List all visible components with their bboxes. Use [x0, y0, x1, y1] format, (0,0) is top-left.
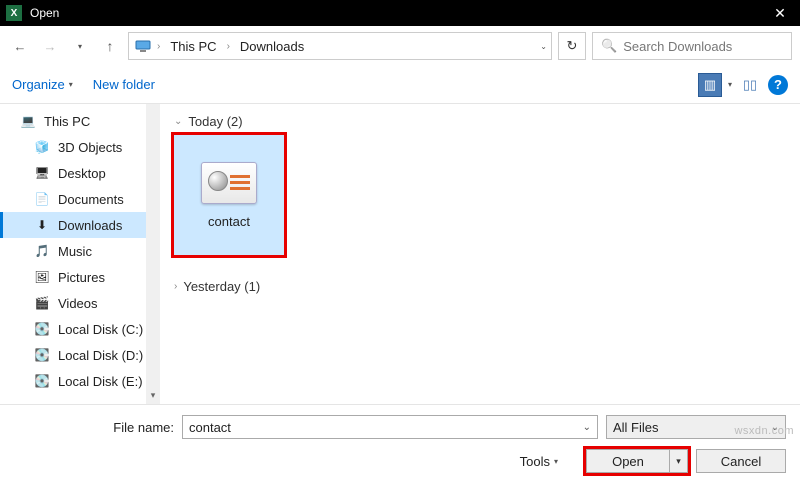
breadcrumb-sep-icon[interactable]: › [227, 41, 230, 52]
filename-label: File name: [14, 420, 174, 435]
forward-button[interactable]: → [38, 34, 62, 58]
desktop-icon: 🖥 [34, 165, 50, 181]
breadcrumb-sep-icon[interactable]: › [157, 41, 160, 52]
titlebar: X Open ✕ [0, 0, 800, 26]
search-input[interactable]: 🔍 Search Downloads [592, 32, 792, 60]
dialog-body: 💻 This PC 🧊 3D Objects 🖥 Desktop 📄 Documents… [0, 104, 800, 404]
back-button[interactable]: ← [8, 34, 32, 58]
tools-button[interactable]: Tools ▾ [520, 454, 558, 469]
sidebar-item-local-disk-e[interactable]: 💽 Local Disk (E:) [0, 368, 160, 394]
search-icon: 🔍 [601, 38, 617, 54]
address-bar[interactable]: › This PC › Downloads ⌄ [128, 32, 552, 60]
vcard-icon [201, 162, 257, 204]
filename-value: contact [189, 420, 583, 435]
open-dropdown-button[interactable]: ▾ [670, 449, 688, 473]
pc-icon: 💻 [20, 113, 36, 129]
cube-icon: 🧊 [34, 139, 50, 155]
disk-icon: 💽 [34, 347, 50, 363]
chevron-right-icon: › [174, 281, 177, 292]
sidebar-item-label: Music [58, 244, 92, 259]
refresh-button[interactable]: ↻ [558, 32, 586, 60]
sidebar-item-local-disk-c[interactable]: 💽 Local Disk (C:) [0, 316, 160, 342]
sidebar-item-label: Downloads [58, 218, 122, 233]
group-header-label: Yesterday (1) [183, 279, 260, 294]
group-header-yesterday[interactable]: › Yesterday (1) [174, 279, 786, 294]
search-placeholder: Search Downloads [623, 39, 732, 54]
disk-icon: 💽 [34, 373, 50, 389]
chevron-down-icon[interactable]: ▾ [146, 386, 160, 404]
sidebar-item-3d-objects[interactable]: 🧊 3D Objects [0, 134, 160, 160]
file-row: contact [174, 135, 786, 255]
organize-label: Organize [12, 77, 65, 92]
file-name-label: contact [208, 214, 250, 229]
tools-label: Tools [520, 454, 550, 469]
sidebar-item-this-pc[interactable]: 💻 This PC [0, 108, 160, 134]
nav-row: ← → ▾ ↑ › This PC › Downloads ⌄ ↻ 🔍 Sear… [0, 26, 800, 66]
up-button[interactable]: ↑ [98, 34, 122, 58]
address-dropdown-icon[interactable]: ⌄ [540, 42, 547, 51]
chevron-down-icon[interactable]: ▾ [728, 80, 732, 89]
sidebar-item-downloads[interactable]: ⬇ Downloads [0, 212, 160, 238]
sidebar-item-label: Desktop [58, 166, 106, 181]
sidebar-item-label: Videos [58, 296, 98, 311]
sidebar: 💻 This PC 🧊 3D Objects 🖥 Desktop 📄 Documents… [0, 104, 160, 404]
cancel-button[interactable]: Cancel [696, 449, 786, 473]
chevron-down-icon: ⌄ [174, 116, 182, 127]
preview-pane-button[interactable]: ▯▯ [738, 73, 762, 97]
chevron-down-icon[interactable]: ⌄ [583, 422, 591, 433]
organize-button[interactable]: Organize ▾ [12, 77, 73, 92]
video-icon: 🎬 [34, 295, 50, 311]
chevron-down-icon: ▾ [69, 80, 73, 89]
sidebar-item-desktop[interactable]: 🖥 Desktop [0, 160, 160, 186]
sidebar-item-label: 3D Objects [58, 140, 122, 155]
sidebar-item-label: This PC [44, 114, 90, 129]
sidebar-scrollbar[interactable]: ▾ [146, 104, 160, 404]
file-area[interactable]: ⌄ Today (2) contact › Yesterday (1) [160, 104, 800, 404]
disk-icon: 💽 [34, 321, 50, 337]
sidebar-item-label: Documents [58, 192, 124, 207]
recent-locations-button[interactable]: ▾ [68, 34, 92, 58]
sidebar-item-label: Local Disk (D:) [58, 348, 143, 363]
app-excel-icon: X [6, 5, 22, 21]
document-icon: 📄 [34, 191, 50, 207]
sidebar-item-pictures[interactable]: 🖼 Pictures [0, 264, 160, 290]
file-tile-contact[interactable]: contact [174, 135, 284, 255]
filename-input[interactable]: contact ⌄ [182, 415, 598, 439]
music-icon: 🎵 [34, 243, 50, 259]
breadcrumb-this-pc[interactable]: This PC [166, 37, 220, 56]
sidebar-item-documents[interactable]: 📄 Documents [0, 186, 160, 212]
sidebar-item-local-disk-d[interactable]: 💽 Local Disk (D:) [0, 342, 160, 368]
view-mode-button[interactable]: ▥ [698, 73, 722, 97]
chevron-down-icon: ▾ [554, 457, 558, 466]
sidebar-item-videos[interactable]: 🎬 Videos [0, 290, 160, 316]
close-button[interactable]: ✕ [760, 0, 800, 26]
sidebar-item-label: Pictures [58, 270, 105, 285]
sidebar-item-label: Local Disk (E:) [58, 374, 143, 389]
footer: File name: contact ⌄ All Files ⌄ Tools ▾… [0, 404, 800, 481]
pc-icon [135, 38, 151, 54]
download-icon: ⬇ [34, 217, 50, 233]
toolbar: Organize ▾ New folder ▥ ▾ ▯▯ ? [0, 66, 800, 104]
sidebar-item-label: Local Disk (C:) [58, 322, 143, 337]
filetype-value: All Files [613, 420, 659, 435]
new-folder-button[interactable]: New folder [93, 77, 155, 92]
group-header-label: Today (2) [188, 114, 242, 129]
image-icon: 🖼 [34, 269, 50, 285]
window-title: Open [30, 6, 760, 20]
watermark: wsxdn.com [734, 425, 794, 437]
group-header-today[interactable]: ⌄ Today (2) [174, 114, 786, 129]
help-button[interactable]: ? [768, 75, 788, 95]
open-button[interactable]: Open [586, 449, 670, 473]
breadcrumb-downloads[interactable]: Downloads [236, 37, 308, 56]
sidebar-item-music[interactable]: 🎵 Music [0, 238, 160, 264]
open-button-group: Open ▾ [586, 449, 688, 473]
